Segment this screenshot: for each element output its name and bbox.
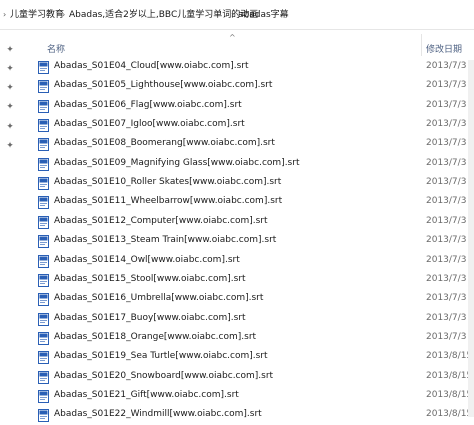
- srt-file-icon: [38, 409, 49, 423]
- file-row[interactable]: Abadas_S01E09_Magnifying Glass[www.oiabc…: [21, 155, 474, 174]
- file-name: Abadas_S01E05_Lighthouse[www.oiabc.com].…: [54, 80, 273, 91]
- srt-file-icon: [38, 370, 49, 384]
- file-row[interactable]: Abadas_S01E05_Lighthouse[www.oiabc.com].…: [21, 77, 474, 96]
- file-name: Abadas_S01E18_Orange[www.oiabc.com].srt: [54, 331, 257, 342]
- breadcrumb-item-education[interactable]: 儿童学习教育: [10, 8, 64, 22]
- srt-file-icon: [38, 99, 49, 113]
- srt-file-icon: [38, 351, 49, 365]
- file-modified-date: 2013/7/3 12:3: [426, 331, 474, 342]
- sort-up-icon: ^: [229, 33, 236, 42]
- file-row[interactable]: Abadas_S01E17_Buoy[www.oiabc.com].srt 201…: [21, 310, 474, 329]
- file-row[interactable]: Abadas_S01E22_Windmill[www.oiabc.com].sr…: [21, 406, 474, 425]
- file-name: Abadas_S01E17_Buoy[www.oiabc.com].srt: [54, 312, 246, 323]
- srt-file-icon: [38, 80, 49, 94]
- file-row[interactable]: Abadas_S01E08_Boomerang[www.oiabc.com].s…: [21, 135, 474, 154]
- file-modified-date: 2013/7/3 12:3: [426, 293, 474, 304]
- srt-file-icon: [38, 312, 49, 326]
- srt-file-icon: [38, 293, 49, 307]
- file-modified-date: 2013/8/15 1: [426, 409, 474, 420]
- file-row[interactable]: Abadas_S01E18_Orange[www.oiabc.com].srt 2…: [21, 329, 474, 348]
- column-header-name[interactable]: 名称: [47, 42, 65, 55]
- srt-file-icon: [38, 215, 49, 229]
- file-name: Abadas_S01E04_Cloud[www.oiabc.com].srt: [54, 61, 249, 71]
- file-modified-date: 2013/7/3 12:3: [426, 235, 474, 246]
- file-modified-date: 2013/7/3 12:3: [426, 138, 474, 149]
- pin-icon[interactable]: ✦: [5, 83, 15, 93]
- breadcrumb: › 儿童学习教育 › Abadas,适合2岁以上,BBC儿童学习单词的动画 › …: [0, 0, 474, 30]
- column-header: ^ 名称 修改日期: [21, 30, 474, 60]
- file-row[interactable]: Abadas_S01E06_Flag[www.oiabc.com].srt 201…: [21, 97, 474, 116]
- file-modified-date: 2013/7/3 12:3: [426, 157, 474, 168]
- srt-file-icon: [38, 196, 49, 210]
- file-list: ^ 名称 修改日期 Abadas_S01E04_Cloud[www.oiabc.…: [21, 30, 474, 423]
- file-row[interactable]: Abadas_S01E12_Computer[www.oiabc.com].sr…: [21, 213, 474, 232]
- file-name: Abadas_S01E15_Stool[www.oiabc.com].srt: [54, 273, 246, 284]
- file-name: Abadas_S01E07_Igloo[www.oiabc.com].srt: [54, 119, 245, 130]
- file-name: Abadas_S01E20_Snowboard[www.oiabc.com].s…: [54, 370, 274, 381]
- srt-file-icon: [38, 157, 49, 171]
- srt-file-icon: [38, 273, 49, 287]
- file-name: Abadas_S01E11_Wheelbarrow[www.oiabc.com]…: [54, 196, 283, 207]
- pin-icon[interactable]: ✦: [5, 45, 15, 55]
- pin-icon[interactable]: ✦: [5, 141, 15, 151]
- srt-file-icon: [38, 389, 49, 403]
- file-modified-date: 2013/7/3 12:3: [426, 61, 474, 71]
- file-row[interactable]: Abadas_S01E07_Igloo[www.oiabc.com].srt 20…: [21, 116, 474, 135]
- file-row[interactable]: Abadas_S01E10_Roller Skates[www.oiabc.co…: [21, 174, 474, 193]
- file-row[interactable]: Abadas_S01E13_Steam Train[www.oiabc.com]…: [21, 232, 474, 251]
- file-modified-date: 2013/7/3 12:3: [426, 119, 474, 130]
- file-modified-date: 2013/7/3 12:3: [426, 177, 474, 188]
- file-name: Abadas_S01E13_Steam Train[www.oiabc.com]…: [54, 235, 277, 246]
- file-modified-date: 2013/7/3 12:3: [426, 312, 474, 323]
- file-name: Abadas_S01E19_Sea Turtle[www.oiabc.com].…: [54, 351, 268, 362]
- file-row[interactable]: Abadas_S01E04_Cloud[www.oiabc.com].srt 20…: [21, 58, 474, 77]
- file-name: Abadas_S01E10_Roller Skates[www.oiabc.co…: [54, 177, 282, 188]
- file-modified-date: 2013/7/3 12:3: [426, 254, 474, 265]
- file-name: Abadas_S01E08_Boomerang[www.oiabc.com].s…: [54, 138, 275, 149]
- srt-file-icon: [38, 138, 49, 152]
- srt-file-icon: [38, 61, 49, 74]
- file-name: Abadas_S01E16_Umbrella[www.oiabc.com].sr…: [54, 293, 264, 304]
- file-modified-date: 2013/8/15 1: [426, 389, 474, 400]
- column-header-modified[interactable]: 修改日期: [426, 42, 462, 55]
- column-divider[interactable]: [421, 34, 422, 56]
- file-modified-date: 2013/7/3 12:3: [426, 80, 474, 91]
- file-row[interactable]: Abadas_S01E15_Stool[www.oiabc.com].srt 20…: [21, 271, 474, 290]
- file-name: Abadas_S01E09_Magnifying Glass[www.oiabc…: [54, 157, 300, 168]
- srt-file-icon: [38, 254, 49, 268]
- file-modified-date: 2013/7/3 12:3: [426, 99, 474, 110]
- file-name: Abadas_S01E22_Windmill[www.oiabc.com].sr…: [54, 409, 262, 420]
- srt-file-icon: [38, 119, 49, 133]
- file-modified-date: 2013/7/3 12:3: [426, 196, 474, 207]
- navigation-pane: ✦ ✦ ✦ ✦ ✦ ✦: [0, 30, 21, 417]
- srt-file-icon: [38, 331, 49, 345]
- srt-file-icon: [38, 235, 49, 249]
- file-modified-date: 2013/8/15 1: [426, 351, 474, 362]
- srt-file-icon: [38, 177, 49, 191]
- file-modified-date: 2013/7/3 12:3: [426, 215, 474, 226]
- breadcrumb-item-abadas-folder[interactable]: Abadas,适合2岁以上,BBC儿童学习单词的动画: [69, 8, 258, 22]
- file-name: Abadas_S01E12_Computer[www.oiabc.com].sr…: [54, 215, 268, 226]
- file-row[interactable]: Abadas_S01E20_Snowboard[www.oiabc.com].s…: [21, 368, 474, 387]
- file-name: Abadas_S01E14_Owl[www.oiabc.com].srt: [54, 254, 240, 265]
- file-name: Abadas_S01E21_Gift[www.oiabc.com].srt: [54, 389, 239, 400]
- file-row[interactable]: Abadas_S01E16_Umbrella[www.oiabc.com].sr…: [21, 290, 474, 309]
- chevron-right-icon[interactable]: ›: [3, 8, 6, 22]
- file-modified-date: 2013/8/15 1: [426, 370, 474, 381]
- file-row[interactable]: Abadas_S01E19_Sea Turtle[www.oiabc.com].…: [21, 348, 474, 367]
- chevron-right-icon[interactable]: ›: [231, 8, 234, 22]
- file-modified-date: 2013/7/3 12:3: [426, 273, 474, 284]
- pin-icon[interactable]: ✦: [5, 122, 15, 132]
- pin-icon[interactable]: ✦: [5, 64, 15, 74]
- file-row[interactable]: Abadas_S01E11_Wheelbarrow[www.oiabc.com]…: [21, 193, 474, 212]
- file-row[interactable]: Abadas_S01E21_Gift[www.oiabc.com].srt 201…: [21, 387, 474, 406]
- vertical-scrollbar[interactable]: [468, 60, 474, 417]
- pin-icon[interactable]: ✦: [5, 102, 15, 112]
- breadcrumb-item-subtitles[interactable]: abadas字幕: [238, 8, 289, 22]
- file-row[interactable]: Abadas_S01E14_Owl[www.oiabc.com].srt 2013…: [21, 252, 474, 271]
- file-name: Abadas_S01E06_Flag[www.oiabc.com].srt: [54, 99, 242, 110]
- chevron-right-icon[interactable]: ›: [62, 8, 65, 22]
